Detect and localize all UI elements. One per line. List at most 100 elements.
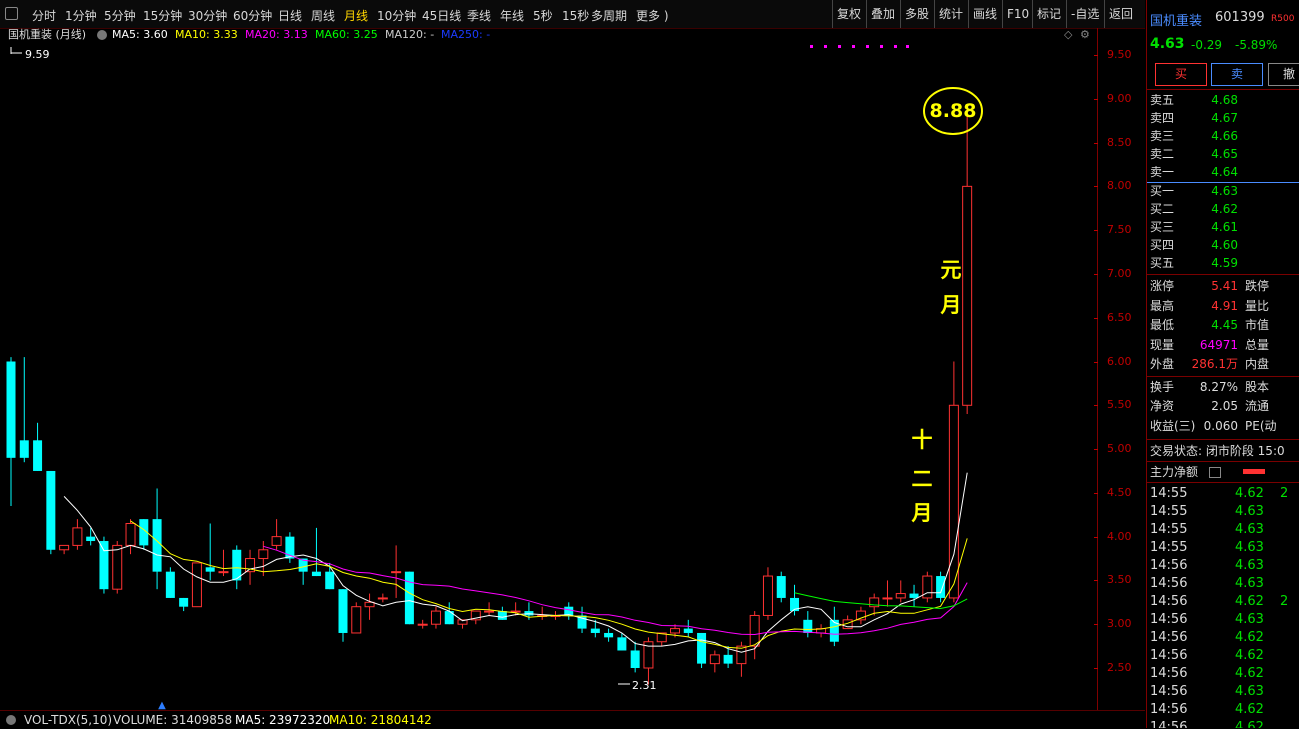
candle-body[interactable] — [723, 654, 733, 664]
toolbar-button-4[interactable]: 画线 — [968, 0, 1001, 28]
candle-body[interactable] — [364, 601, 375, 608]
toolbar-button-5[interactable]: F10 — [1002, 0, 1033, 28]
candle-body[interactable] — [19, 440, 29, 458]
candle-body[interactable] — [670, 628, 680, 634]
price-axis: 9.50 9.00 8.50 8.00 7.50 7.00 6.50 6.00 5.50 5.00… — [1094, 28, 1146, 710]
candle-body[interactable] — [325, 571, 335, 590]
tab-8[interactable]: 月线 — [344, 7, 368, 24]
toolbar-button-2[interactable]: 多股 — [900, 0, 933, 28]
candle-body[interactable] — [909, 593, 919, 598]
tick-row: 14:56 4.63 — [1150, 576, 1264, 591]
ma5-label: MA5: 3.60 — [112, 28, 168, 41]
candle-body[interactable] — [99, 541, 109, 590]
candle-body[interactable] — [338, 589, 348, 633]
candle-body[interactable] — [604, 632, 614, 638]
candle-body[interactable] — [417, 623, 428, 626]
ma120-label: MA120: - — [385, 28, 435, 41]
candle-body[interactable] — [271, 536, 282, 546]
tab-16[interactable]: 更多 ) — [636, 7, 669, 24]
candle-body[interactable] — [391, 571, 402, 574]
diamond-icon[interactable]: ◇ — [1064, 28, 1072, 42]
candle-body[interactable] — [152, 519, 162, 572]
annotation-yue-2: 月 — [911, 501, 933, 525]
tick-row: 14:56 4.62 2 — [1150, 594, 1289, 609]
tab-12[interactable]: 年线 — [500, 7, 524, 24]
list-icon[interactable] — [1209, 467, 1221, 478]
buy-button[interactable]: 买 — [1155, 63, 1207, 86]
toolbar-button-6[interactable]: 标记 — [1032, 0, 1065, 28]
tick-row: 14:55 4.62 2 — [1150, 486, 1289, 501]
candle-body[interactable] — [165, 571, 175, 598]
ma250-label: MA250: - — [441, 28, 491, 41]
candle-body[interactable] — [510, 610, 521, 613]
candle-body[interactable] — [112, 544, 123, 590]
stat-row: 现量 64971 总量 — [1150, 337, 1270, 352]
candle-body[interactable] — [882, 597, 893, 600]
tab-13[interactable]: 5秒 — [533, 7, 553, 24]
stock-badge: R500 — [1271, 14, 1295, 24]
tab-2[interactable]: 5分钟 — [104, 7, 136, 24]
settings-icon[interactable]: ⚙ — [1080, 28, 1090, 42]
toolbar-button-3[interactable]: 统计 — [934, 0, 967, 28]
candle-body[interactable] — [258, 549, 269, 560]
candle-body[interactable] — [749, 614, 760, 647]
candle-body[interactable] — [404, 571, 414, 625]
candle-body[interactable] — [630, 650, 640, 668]
tab-10[interactable]: 45日线 — [422, 7, 461, 24]
tab-0[interactable]: 分时 — [32, 7, 56, 24]
candle-body[interactable] — [218, 571, 229, 574]
candle-body[interactable] — [617, 637, 627, 651]
chevron-down-icon[interactable] — [6, 715, 16, 725]
main-flow-row[interactable]: 主力净额 — [1147, 463, 1299, 481]
candle-body[interactable] — [33, 440, 43, 471]
chevron-down-icon[interactable] — [97, 30, 107, 40]
candle-body[interactable] — [179, 597, 189, 607]
tab-9[interactable]: 10分钟 — [377, 7, 416, 24]
toolbar-button-7[interactable]: -自选 — [1066, 0, 1103, 28]
candle-body[interactable] — [46, 470, 56, 550]
candle-body[interactable] — [497, 611, 507, 620]
candle-body[interactable] — [125, 523, 136, 546]
candle-body[interactable] — [484, 610, 495, 613]
candle-body[interactable] — [697, 632, 707, 664]
cancel-button[interactable]: 撤 — [1268, 63, 1299, 86]
toolbar-button-0[interactable]: 复权 — [832, 0, 865, 28]
candle-body[interactable] — [709, 654, 720, 665]
tab-6[interactable]: 日线 — [278, 7, 302, 24]
candle-body[interactable] — [683, 628, 693, 633]
tab-3[interactable]: 15分钟 — [143, 7, 182, 24]
candle-body[interactable] — [895, 593, 906, 599]
tab-15[interactable]: 多周期 — [591, 7, 627, 24]
tab-1[interactable]: 1分钟 — [65, 7, 97, 24]
sell-button[interactable]: 卖 — [1211, 63, 1263, 86]
candle-body[interactable] — [86, 536, 96, 542]
candle-body[interactable] — [6, 361, 16, 458]
toolbar-button-8[interactable]: 返回 — [1104, 0, 1137, 28]
candle-body[interactable] — [948, 404, 959, 599]
toolbar-button-1[interactable]: 叠加 — [866, 0, 899, 28]
kline-chart[interactable]: 9.59 2.31 8.88 元 月 十 二 月 ▲ — [0, 42, 1145, 710]
tick-row: 14:55 4.63 — [1150, 504, 1264, 519]
candle-body[interactable] — [191, 562, 202, 608]
tab-4[interactable]: 30分钟 — [188, 7, 227, 24]
ma20-line — [263, 545, 968, 636]
candle-body[interactable] — [377, 597, 388, 600]
tab-7[interactable]: 周线 — [311, 7, 335, 24]
candle-body[interactable] — [590, 628, 600, 633]
tab-11[interactable]: 季线 — [467, 7, 491, 24]
candle-body[interactable] — [351, 606, 362, 634]
candle-body[interactable] — [311, 571, 321, 577]
annotation-shi: 十 — [912, 428, 933, 452]
candle-body[interactable] — [962, 185, 973, 406]
tab-5[interactable]: 60分钟 — [233, 7, 272, 24]
candle-body[interactable] — [762, 575, 773, 616]
candle-body[interactable] — [936, 576, 946, 598]
toolbar-toggle-icon[interactable] — [5, 7, 18, 20]
candle-body[interactable] — [776, 576, 786, 598]
candle-body[interactable] — [803, 619, 813, 633]
candle-body[interactable] — [430, 610, 441, 625]
candle-body[interactable] — [72, 527, 83, 546]
candle-body[interactable] — [205, 567, 215, 572]
tab-14[interactable]: 15秒 — [562, 7, 589, 24]
candle-body[interactable] — [59, 544, 70, 551]
